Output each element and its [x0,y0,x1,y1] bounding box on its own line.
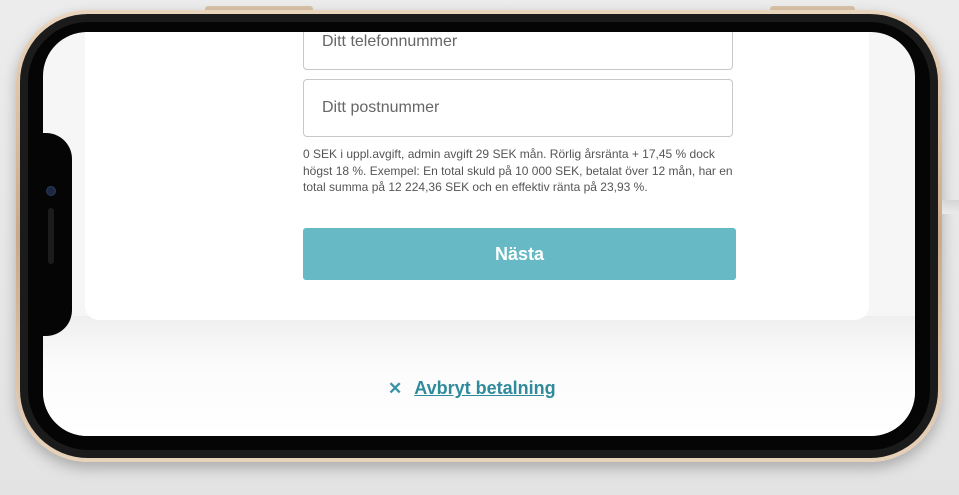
close-icon: ✕ [388,378,403,398]
credit-terms-text: 0 SEK i uppl.avgift, admin avgift 29 SEK… [303,147,733,194]
postal-code-placeholder: Ditt postnummer [322,99,440,116]
postal-code-input[interactable]: Ditt postnummer [303,79,733,137]
phone-number-input[interactable]: Ditt telefonnummer [303,32,733,70]
background-edge [942,200,959,214]
page-background [43,316,915,436]
cancel-payment-label: Avbryt betalning [414,378,556,398]
front-camera-icon [46,186,56,196]
earpiece-speaker [48,208,54,264]
phone-number-placeholder: Ditt telefonnummer [322,33,458,50]
cancel-payment-link[interactable]: ✕ Avbryt betalning [388,378,556,399]
device-stage: Ditt telefonnummer Ditt postnummer 0 SEK… [0,0,959,495]
payment-form-card: Ditt telefonnummer Ditt postnummer 0 SEK… [85,32,869,320]
next-button[interactable]: Nästa [303,228,736,280]
phone-screen: Ditt telefonnummer Ditt postnummer 0 SEK… [43,32,915,436]
